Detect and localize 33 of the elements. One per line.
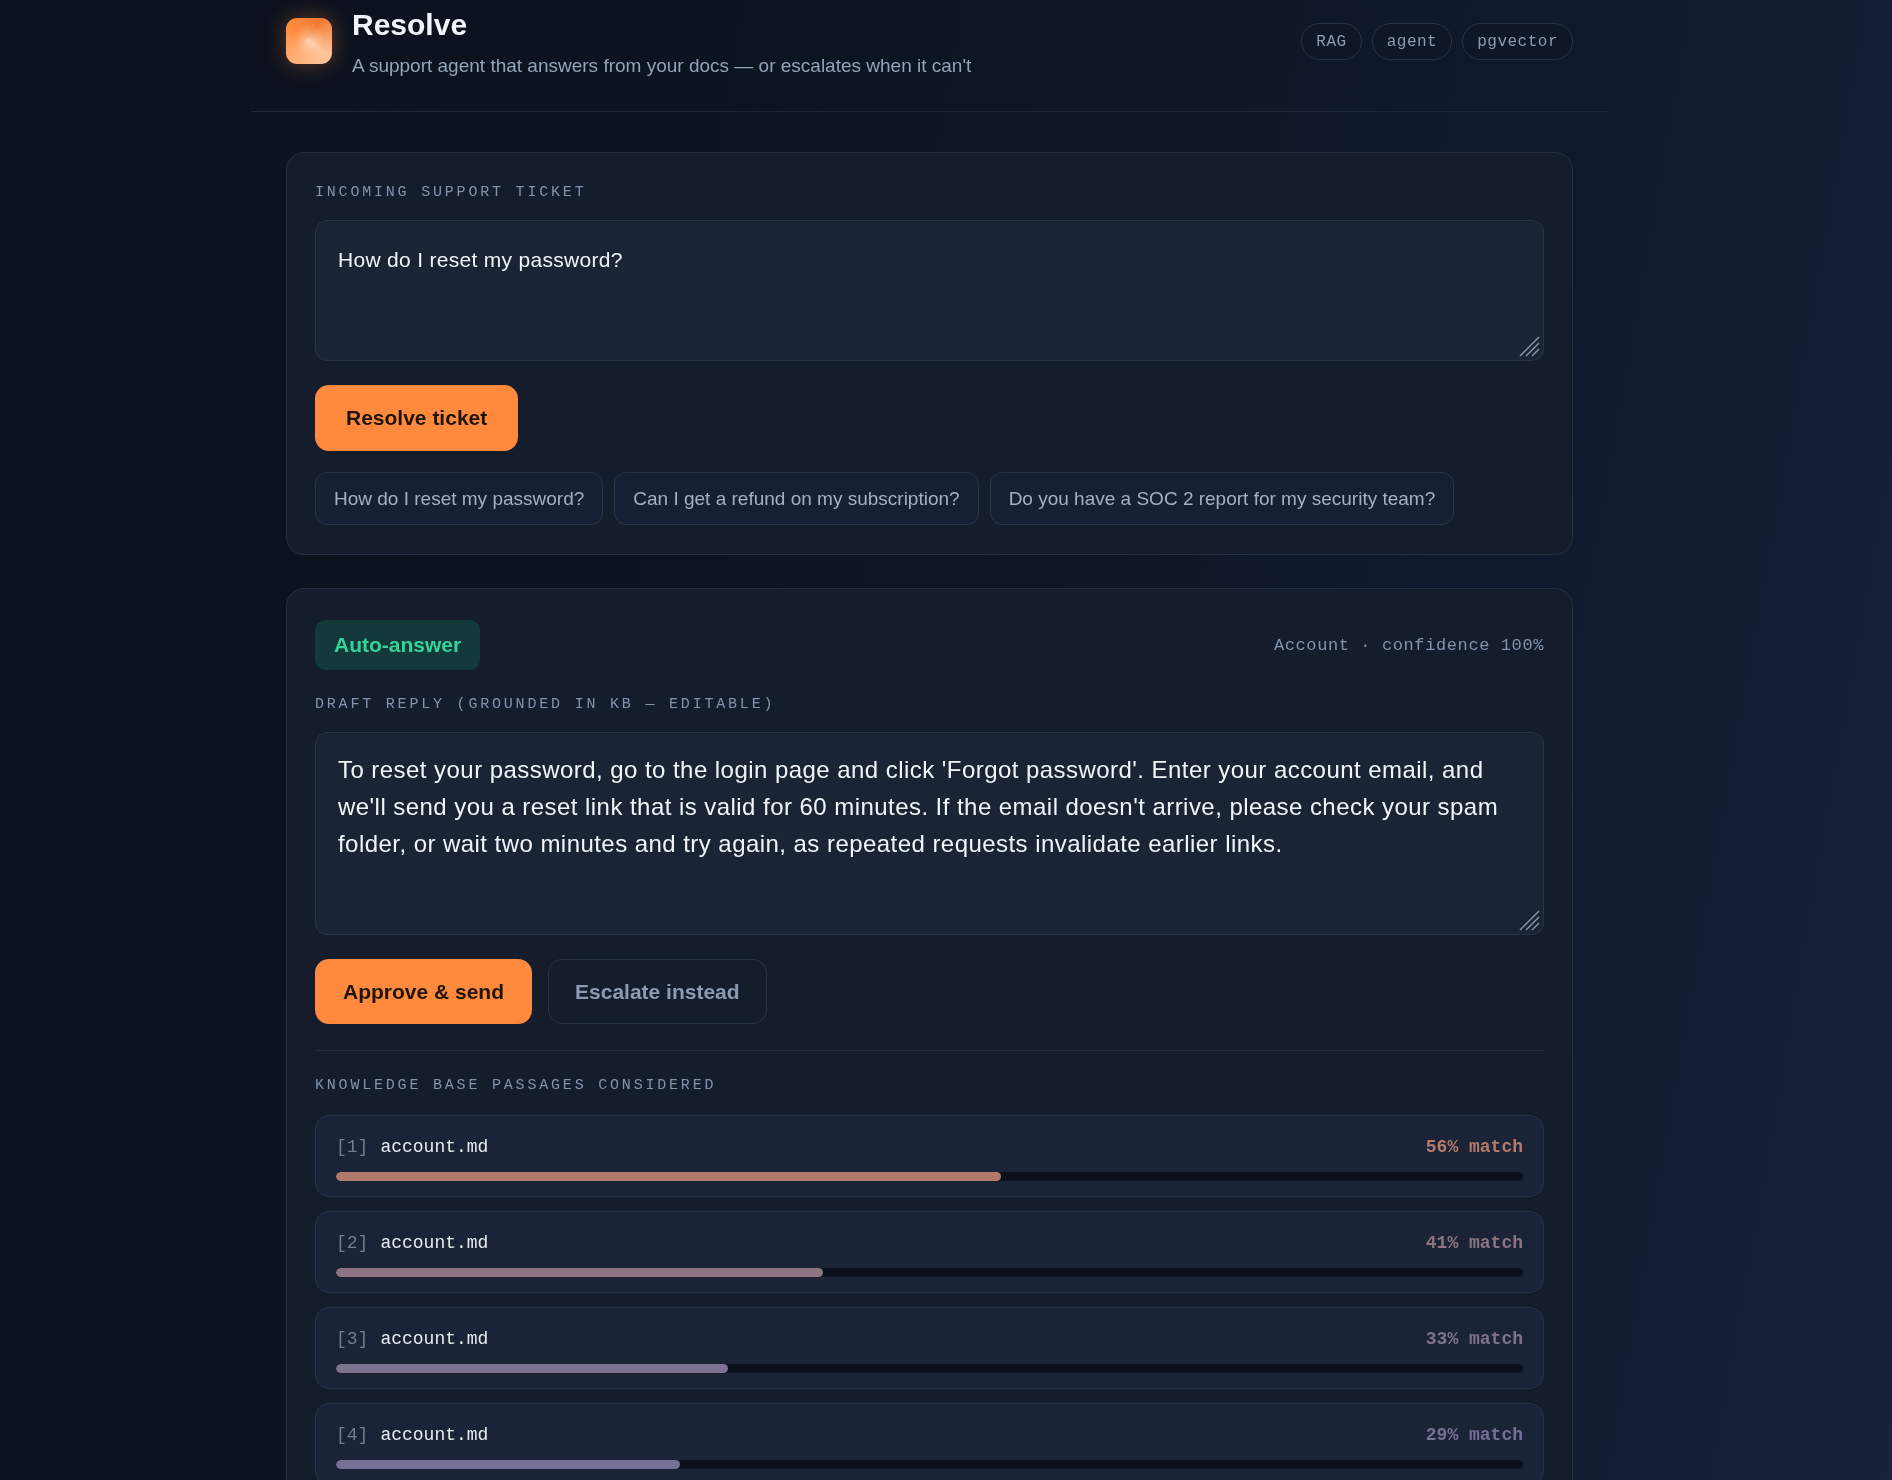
- passage-source: account.md: [380, 1328, 489, 1350]
- passage-index: [1]: [336, 1136, 369, 1158]
- passage-index: [2]: [336, 1232, 369, 1254]
- match-score: 29% match: [1425, 1424, 1523, 1446]
- tag-pill: RAG: [1301, 23, 1362, 60]
- section-label: KNOWLEDGE BASE PASSAGES CONSIDERED: [315, 1077, 718, 1095]
- verdict-badge: Auto-answer: [315, 620, 481, 670]
- example-question-chip[interactable]: How do I reset my password?: [315, 472, 604, 525]
- category-confidence: Account · confidence 100%: [1273, 635, 1544, 655]
- approve-button[interactable]: Approve & send: [315, 959, 533, 1024]
- passage-source: account.md: [380, 1424, 489, 1446]
- resolve-ticket-button[interactable]: Resolve ticket: [315, 385, 519, 451]
- example-question-chip[interactable]: Do you have a SOC 2 report for my security team?: [989, 472, 1455, 525]
- tag-pill: pgvector: [1462, 23, 1573, 60]
- logo-icon: [286, 18, 332, 64]
- escalate-button[interactable]: Escalate instead: [548, 959, 767, 1024]
- match-score: 41% match: [1425, 1232, 1523, 1254]
- resize-grip-icon[interactable]: [1518, 335, 1540, 357]
- tag-pill: agent: [1371, 23, 1453, 60]
- match-score: 33% match: [1425, 1328, 1523, 1350]
- app-title: Resolve: [352, 8, 469, 42]
- match-score: 56% match: [1425, 1136, 1523, 1158]
- ticket-input[interactable]: How do I reset my password?: [315, 220, 1544, 361]
- passage-source: account.md: [380, 1232, 489, 1254]
- example-question-chip[interactable]: Can I get a refund on my subscription?: [614, 472, 979, 525]
- passage-source: account.md: [380, 1136, 489, 1158]
- passage-index: [4]: [336, 1424, 369, 1446]
- section-label: INCOMING SUPPORT TICKET: [315, 184, 588, 202]
- resize-grip-icon[interactable]: [1518, 909, 1540, 931]
- app-subtitle: A support agent that answers from your docs — or escalates when it can't: [352, 54, 972, 78]
- passage-index: [3]: [336, 1328, 369, 1350]
- draft-reply-input[interactable]: To reset your password, go to the login page and click 'Forgot password'. Enter your account email, and we'll send you a reset link that is valid for 60 minutes. If the email doesn't arrive, please check your spam folder, or wait two minutes and try again, as repeated requests invalidate earlier links.: [315, 732, 1544, 935]
- section-label: DRAFT REPLY (GROUNDED IN KB — EDITABLE): [315, 696, 777, 714]
